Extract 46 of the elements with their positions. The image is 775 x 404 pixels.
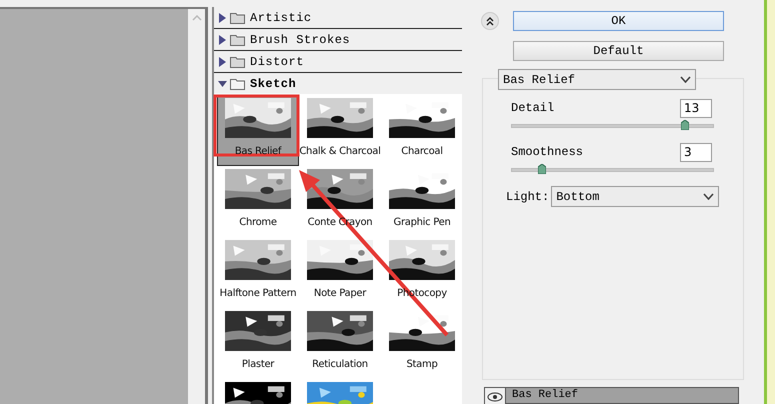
- filter-thumbnail[interactable]: Halftone Pattern: [217, 238, 299, 308]
- slider-thumb[interactable]: [538, 164, 546, 174]
- filter-dropdown[interactable]: Bas Relief: [498, 69, 696, 90]
- ok-button[interactable]: OK: [513, 11, 724, 31]
- filter-thumbnail[interactable]: Stamp: [381, 309, 463, 379]
- filter-thumbnail[interactable]: Graphic Pen: [381, 167, 463, 237]
- filter-label: Chrome: [239, 217, 277, 228]
- filter-thumbnail[interactable]: Charcoal: [381, 96, 463, 166]
- eye-icon[interactable]: [485, 388, 506, 404]
- filter-label: Note Paper: [314, 288, 366, 299]
- filter-label: Reticulation: [312, 359, 368, 370]
- filter-thumbnail[interactable]: Plaster: [217, 309, 299, 379]
- chevron-down-icon: [703, 193, 714, 200]
- filter-label: Plaster: [242, 359, 274, 370]
- value-field[interactable]: 3: [680, 142, 712, 162]
- folder-icon: [230, 12, 247, 24]
- collapse-button[interactable]: [481, 12, 499, 30]
- default-button[interactable]: Default: [513, 41, 724, 61]
- filter-thumbnail[interactable]: Note Paper: [299, 238, 381, 308]
- slider-label: Smoothness: [511, 145, 584, 159]
- folder-icon: [230, 34, 247, 46]
- slider-label: Detail: [511, 101, 554, 115]
- filter-thumbnail[interactable]: Chrome: [217, 167, 299, 237]
- filter-label: Stamp: [406, 359, 438, 370]
- filter-label: Chalk & Charcoal: [299, 146, 381, 157]
- collapsed-triangle-icon[interactable]: [218, 34, 227, 44]
- filter-thumbnail[interactable]: Chalk & Charcoal: [299, 96, 381, 166]
- filter-label: Halftone Pattern: [220, 288, 296, 299]
- light-dropdown[interactable]: Bottom: [551, 186, 720, 207]
- category-label[interactable]: Artistic: [250, 10, 312, 24]
- folder-icon: [230, 56, 247, 68]
- filter-label: Charcoal: [401, 146, 443, 157]
- collapsed-triangle-icon[interactable]: [218, 56, 227, 66]
- collapsed-triangle-icon[interactable]: [218, 12, 227, 22]
- expanded-triangle-icon[interactable]: [218, 78, 227, 88]
- light-label: Light:: [506, 190, 550, 204]
- chevron-down-icon: [680, 76, 691, 83]
- filter-label: Graphic Pen: [394, 217, 450, 228]
- slider-thumb[interactable]: [680, 120, 689, 130]
- folder-icon: [230, 78, 247, 90]
- effect-layer-row[interactable]: Bas Relief: [484, 387, 739, 404]
- category-label[interactable]: Sketch: [250, 76, 296, 90]
- value-field[interactable]: 13: [680, 98, 712, 118]
- double-chevron-icon: [486, 16, 494, 26]
- category-label[interactable]: Distort: [250, 54, 304, 68]
- filter-thumbnail[interactable]: Reticulation: [299, 309, 381, 379]
